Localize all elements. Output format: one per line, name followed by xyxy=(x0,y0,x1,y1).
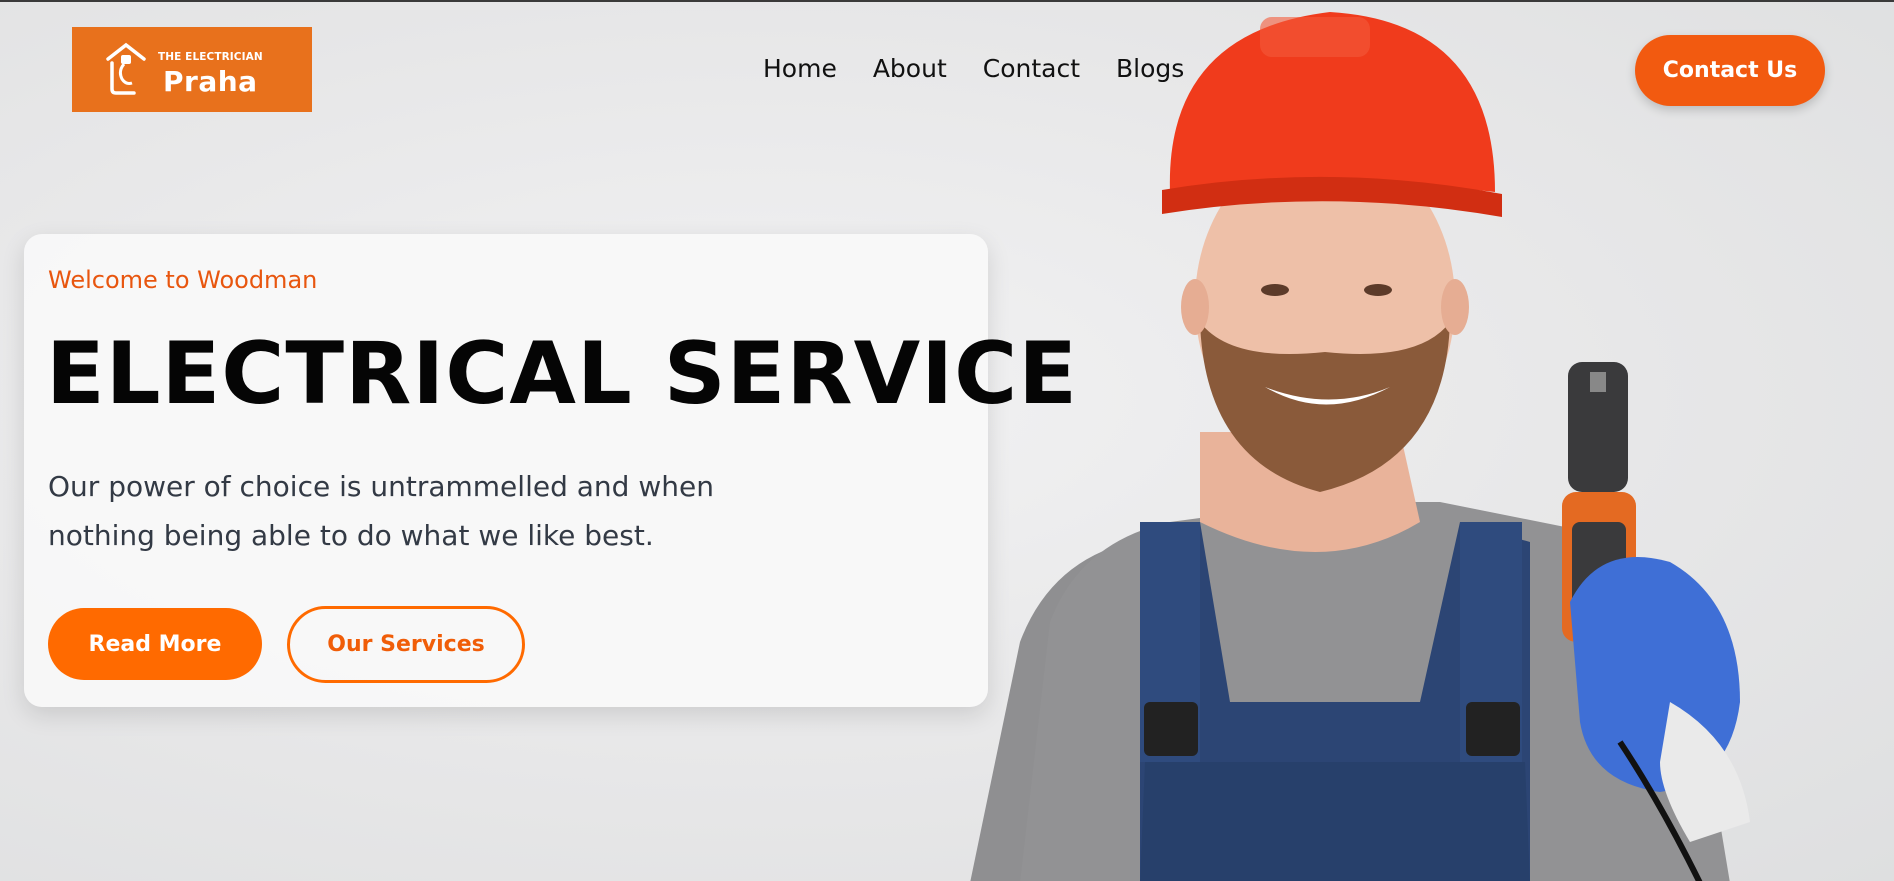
nav-home[interactable]: Home xyxy=(763,54,837,83)
brand-logo[interactable]: THE ELECTRICIAN Praha xyxy=(72,27,312,112)
main-nav: Home About Contact Blogs xyxy=(763,54,1184,83)
nav-contact[interactable]: Contact xyxy=(983,54,1080,83)
read-more-button[interactable]: Read More xyxy=(48,608,262,680)
house-plug-icon xyxy=(106,42,146,95)
our-services-button[interactable]: Our Services xyxy=(287,606,525,683)
contact-us-button[interactable]: Contact Us xyxy=(1635,35,1825,106)
nav-about[interactable]: About xyxy=(873,54,947,83)
logo-tagline: THE ELECTRICIAN xyxy=(158,51,263,63)
hero-headline: ELECTRICAL SERVICE xyxy=(46,324,1079,424)
logo-name: Praha xyxy=(163,65,258,98)
hero-description: Our power of choice is untrammelled and … xyxy=(48,470,714,552)
electrician-photo xyxy=(970,12,1750,881)
nav-blogs[interactable]: Blogs xyxy=(1116,54,1184,83)
hero-card: Welcome to Woodman ELECTRICAL SERVICE Ou… xyxy=(24,234,1077,707)
hero-eyebrow: Welcome to Woodman xyxy=(48,266,318,294)
